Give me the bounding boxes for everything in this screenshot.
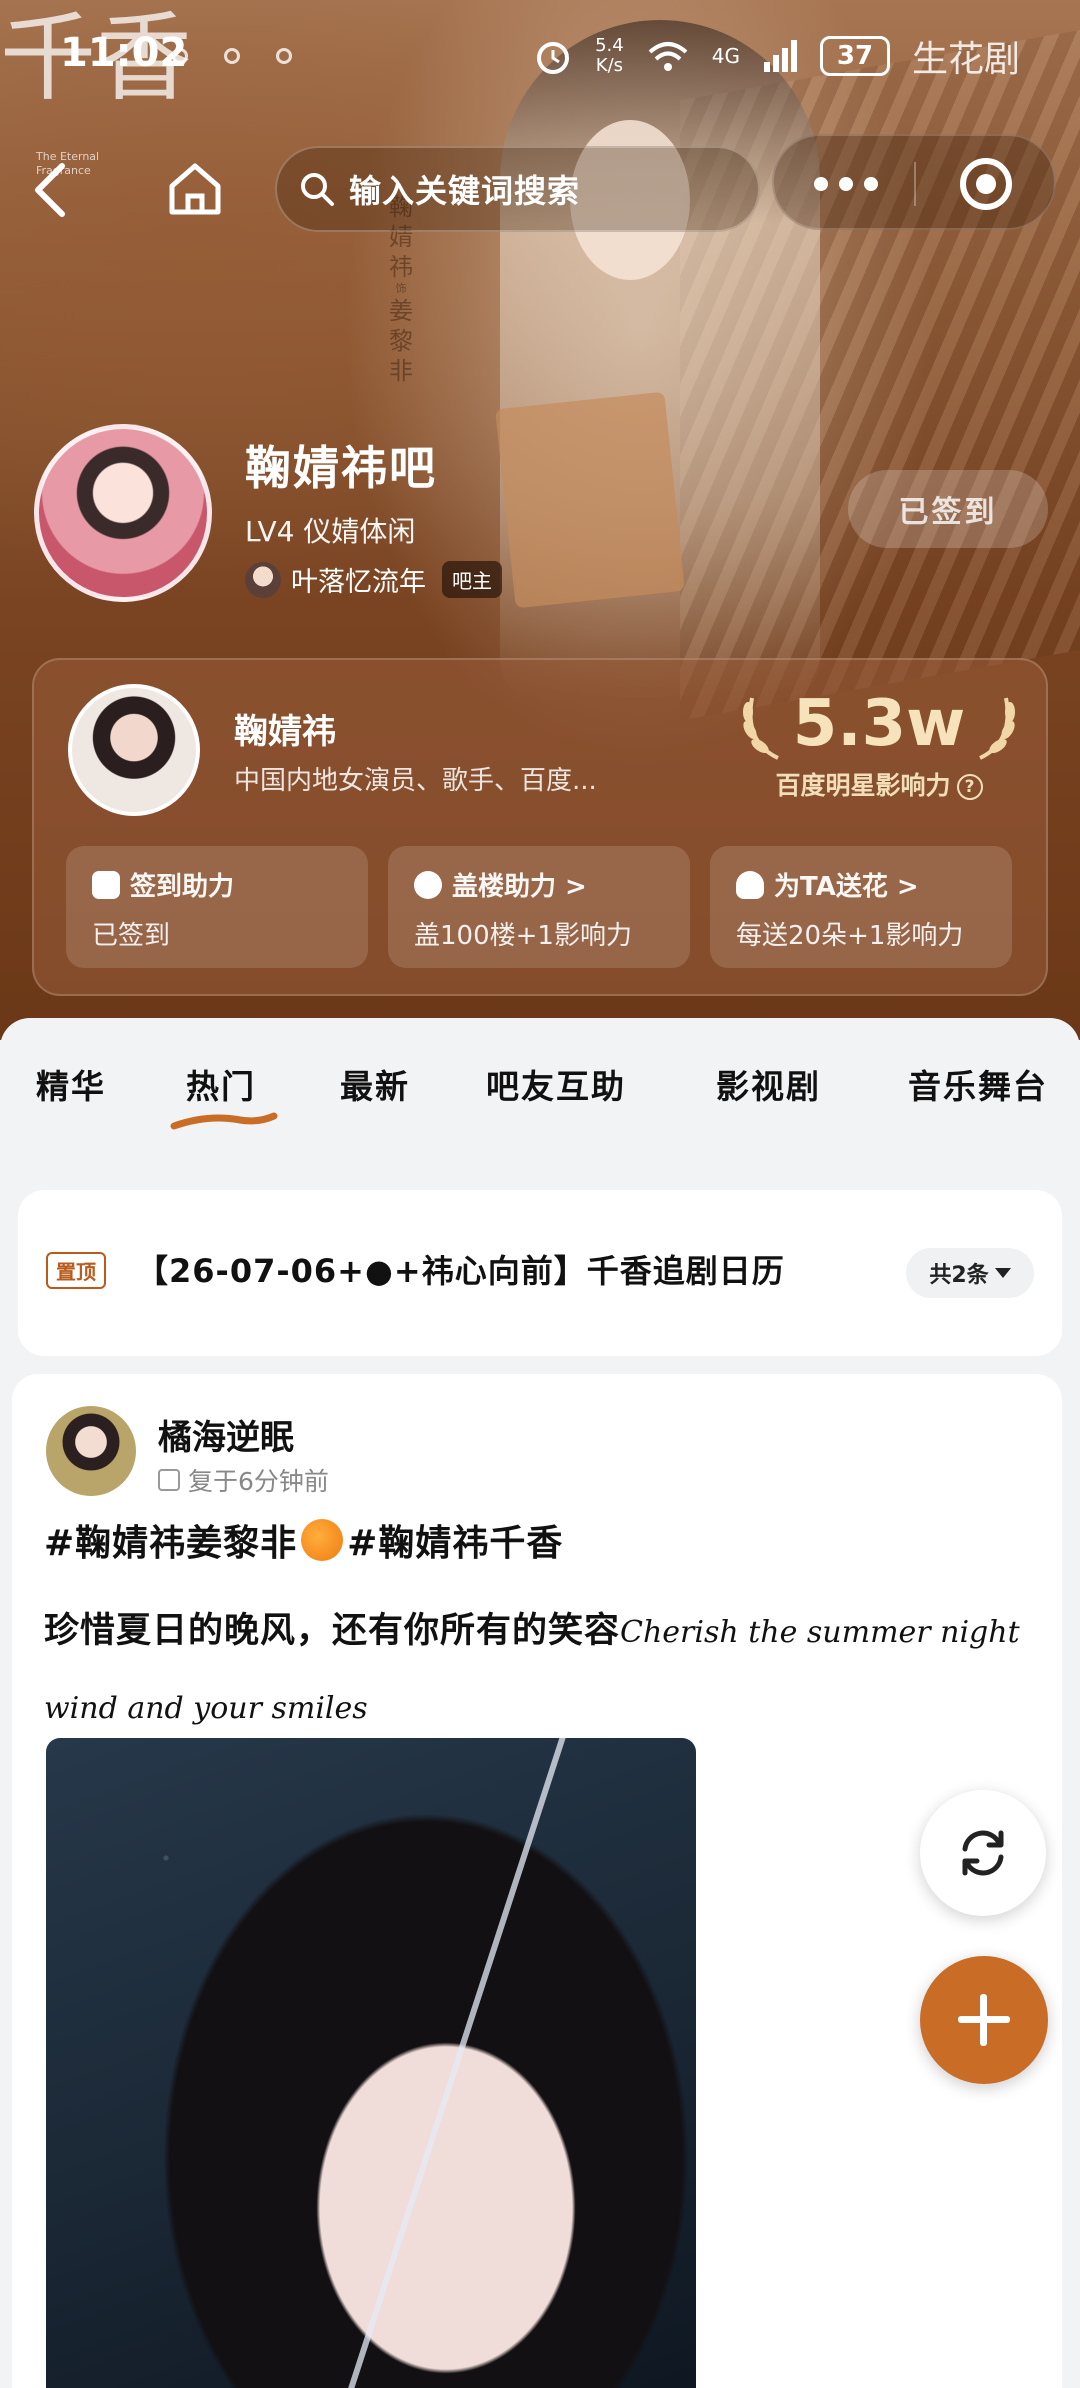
post-body-cn: 珍惜夏日的晚风，还有你所有的笑容 bbox=[44, 1611, 621, 1651]
battery-indicator: 37 bbox=[819, 36, 890, 76]
influence-score[interactable]: 5.3w 百度明星影响力? bbox=[734, 684, 1024, 824]
celebrity-name: 鞠婧祎 bbox=[234, 712, 336, 752]
tile-send-flowers[interactable]: 为TA送花 > 每送20朵+1影响力 bbox=[710, 846, 1012, 968]
signal-label: 4G bbox=[711, 44, 740, 68]
chevron-down-icon bbox=[994, 1268, 1011, 1278]
tab-mutual-help[interactable]: 吧友互助 bbox=[486, 1060, 626, 1108]
bar-title: 鞠婧祎吧 bbox=[245, 441, 437, 495]
net-speed: 5.4 K/s bbox=[595, 36, 624, 76]
pinned-tag: 置顶 bbox=[46, 1252, 106, 1289]
vertical-caption-role: 姜黎非 bbox=[389, 296, 413, 385]
post-body: 珍惜夏日的晚风，还有你所有的笑容Cherish the summer night… bbox=[44, 1594, 1044, 1746]
home-icon[interactable] bbox=[166, 160, 224, 218]
capsule-divider bbox=[914, 162, 916, 206]
net-speed-unit: K/s bbox=[595, 55, 624, 76]
support-tiles: 签到助力 已签到 盖楼助力 > 盖100楼+1影响力 为TA送花 > 每送20朵… bbox=[66, 846, 1012, 968]
influence-label-text: 百度明星影响力 bbox=[775, 771, 951, 800]
back-icon[interactable] bbox=[30, 160, 70, 220]
pinned-title: 【26-07-06+●+祎心向前】千香追剧日历 bbox=[136, 1252, 785, 1290]
status-right: 5.4 K/s 4G 37 生花剧 bbox=[533, 30, 1020, 82]
reply-icon bbox=[158, 1469, 180, 1491]
tile-title: 盖楼助力 > bbox=[452, 872, 587, 902]
calendar-icon bbox=[92, 870, 120, 899]
tile-title: 为TA送花 > bbox=[774, 872, 919, 902]
influence-label: 百度明星影响力? bbox=[734, 766, 1024, 802]
refresh-button[interactable] bbox=[920, 1790, 1046, 1916]
status-bar: 11:02 5.4 K/s 4G 37 生花剧 bbox=[0, 30, 1080, 80]
image-wand bbox=[331, 1738, 572, 2388]
tile-subtitle: 每送20朵+1影响力 bbox=[736, 921, 964, 951]
celebrity-description: 中国内地女演员、歌手、百度... bbox=[234, 766, 597, 796]
wifi-icon bbox=[648, 42, 688, 71]
feed-tabs: 精华 热门 最新 吧友互助 影视剧 音乐舞台 bbox=[0, 1018, 1080, 1148]
post-image[interactable] bbox=[46, 1738, 696, 2388]
signal-icon bbox=[763, 40, 797, 72]
author-avatar[interactable] bbox=[46, 1406, 136, 1496]
vertical-caption-sep: 饰 bbox=[395, 282, 407, 295]
flower-icon bbox=[736, 870, 764, 899]
laurel-right-icon bbox=[979, 697, 1015, 760]
post-tags[interactable]: #鞠婧祎姜黎非 #鞠婧祎千香 bbox=[44, 1514, 563, 1566]
chat-icon bbox=[414, 870, 442, 899]
post-meta: 复于6分钟前 bbox=[158, 1462, 329, 1498]
celebrity-card[interactable]: 鞠婧祎 中国内地女演员、歌手、百度... 5.3w 百度明星影响力? 签到助力 … bbox=[32, 658, 1048, 996]
bar-owner[interactable]: 叶落忆流年 吧主 bbox=[245, 560, 502, 599]
tab-film-tv[interactable]: 影视剧 bbox=[716, 1060, 821, 1108]
laurel-left-icon bbox=[743, 697, 779, 760]
post-tag-1[interactable]: #鞠婧祎姜黎非 bbox=[44, 1523, 297, 1564]
tile-subtitle: 盖100楼+1影响力 bbox=[414, 921, 632, 951]
alarm-icon bbox=[537, 42, 570, 74]
tile-sign-support[interactable]: 签到助力 已签到 bbox=[66, 846, 368, 968]
pinned-post[interactable]: 置顶 【26-07-06+●+祎心向前】千香追剧日历 共2条 bbox=[18, 1190, 1062, 1356]
post-tag-2[interactable]: #鞠婧祎千香 bbox=[347, 1523, 563, 1564]
refresh-icon bbox=[962, 1830, 1004, 1876]
pinned-count-button[interactable]: 共2条 bbox=[906, 1248, 1034, 1298]
watermark-text: 生花剧 bbox=[911, 39, 1020, 80]
new-post-button[interactable] bbox=[920, 1956, 1048, 2084]
bar-avatar[interactable] bbox=[34, 424, 212, 602]
pinned-count: 共2条 bbox=[929, 1263, 989, 1288]
active-tab-indicator bbox=[170, 1112, 278, 1130]
target-icon[interactable] bbox=[960, 158, 1012, 210]
sign-in-button[interactable]: 已签到 bbox=[848, 470, 1048, 548]
tab-latest[interactable]: 最新 bbox=[340, 1060, 410, 1108]
post-time: 复于6分钟前 bbox=[188, 1467, 329, 1496]
celebrity-avatar[interactable] bbox=[68, 684, 200, 816]
background-book bbox=[495, 391, 685, 609]
tile-title: 签到助力 bbox=[130, 872, 235, 902]
search-input[interactable]: 输入关键词搜索 bbox=[275, 146, 760, 232]
search-icon bbox=[301, 173, 334, 206]
bar-level[interactable]: LV4 仪婧体闲 bbox=[245, 510, 415, 550]
help-icon[interactable]: ? bbox=[956, 774, 983, 800]
post-card[interactable]: 橘海逆眠 复于6分钟前 #鞠婧祎姜黎非 #鞠婧祎千香 珍惜夏日的晚风，还有你所有的… bbox=[12, 1374, 1062, 2388]
tile-floor-support[interactable]: 盖楼助力 > 盖100楼+1影响力 bbox=[388, 846, 690, 968]
more-icon[interactable] bbox=[814, 164, 878, 204]
status-time: 11:02 bbox=[60, 30, 188, 76]
mini-program-capsule bbox=[772, 134, 1056, 230]
tile-subtitle: 已签到 bbox=[92, 921, 171, 951]
bar-header-background: 千香 The Eternal Fragrance 鞠婧祎 饰 姜黎非 11:02… bbox=[0, 0, 1080, 1040]
orange-emoji-icon bbox=[301, 1519, 344, 1561]
author-name[interactable]: 橘海逆眠 bbox=[158, 1410, 294, 1459]
owner-avatar bbox=[245, 561, 281, 598]
search-placeholder: 输入关键词搜索 bbox=[349, 172, 581, 210]
net-speed-value: 5.4 bbox=[595, 35, 624, 56]
tab-featured[interactable]: 精华 bbox=[36, 1060, 106, 1108]
notification-dots bbox=[172, 48, 328, 68]
tab-music-stage[interactable]: 音乐舞台 bbox=[908, 1060, 1048, 1108]
tab-hot[interactable]: 热门 bbox=[186, 1060, 256, 1108]
owner-name: 叶落忆流年 bbox=[291, 567, 426, 598]
owner-badge: 吧主 bbox=[442, 561, 502, 598]
